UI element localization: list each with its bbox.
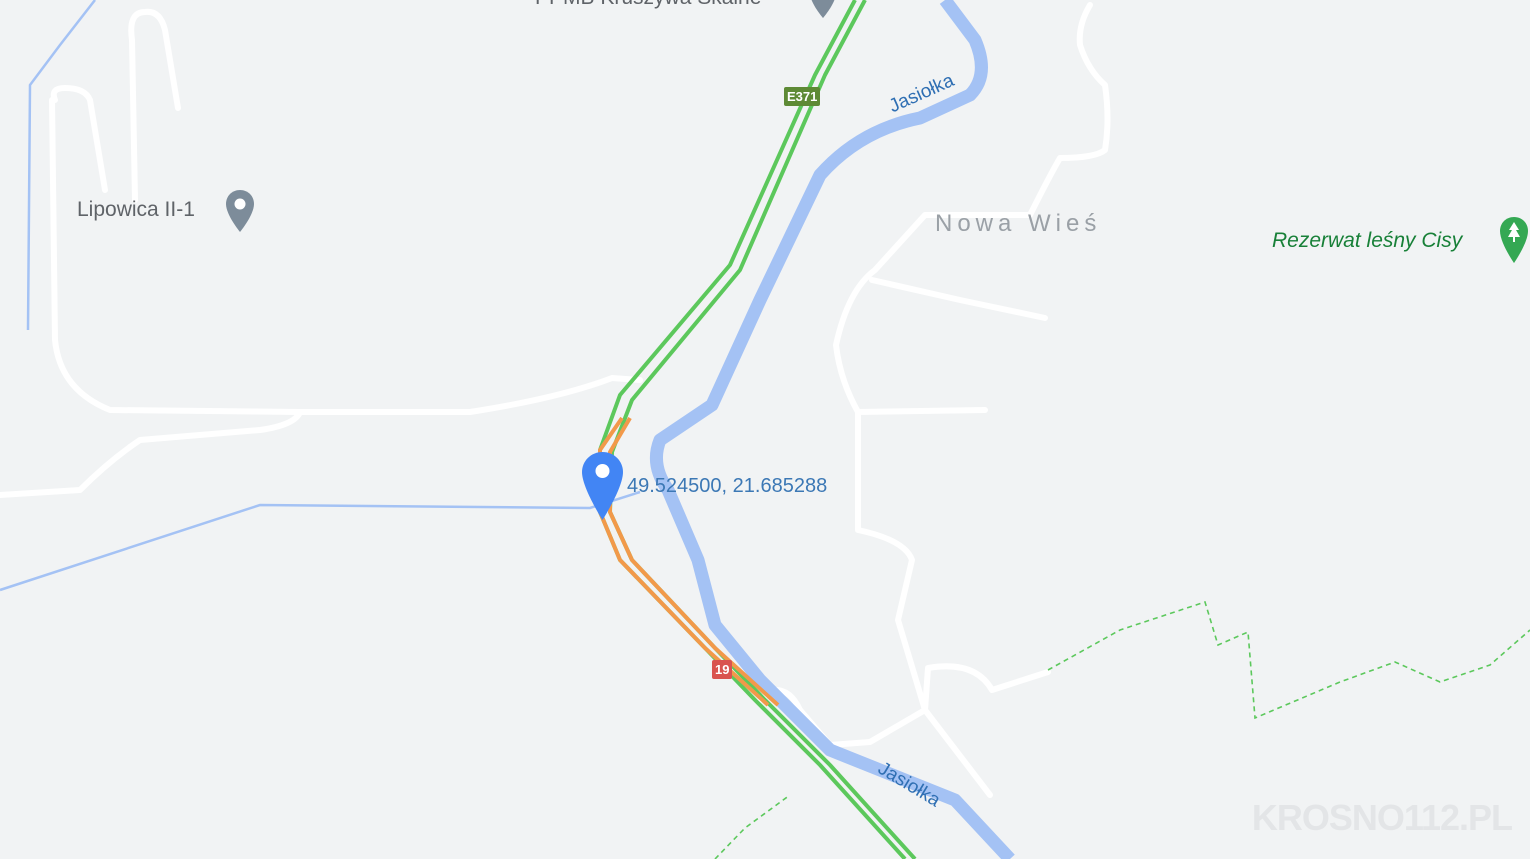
- watermark-logo: KROSNO112.PL: [1251, 797, 1513, 838]
- place-pin-icon[interactable]: [224, 188, 256, 234]
- map-canvas[interactable]: [0, 0, 1530, 859]
- highway-e371: [598, 0, 917, 859]
- place-pin-icon[interactable]: [808, 0, 838, 20]
- coordinates-label[interactable]: 49.524500, 21.685288: [627, 475, 827, 498]
- map-view[interactable]: Lipowica II-1 PPMB Kruszywa Skalne Nowa …: [0, 0, 1530, 859]
- dropped-pin-icon[interactable]: [580, 450, 625, 522]
- minor-roads: [0, 2, 1111, 798]
- tree-pin-icon[interactable]: [1498, 215, 1530, 265]
- road-shield-e371: E371: [784, 87, 821, 106]
- poi-ppmb-label[interactable]: PPMB Kruszywa Skalne: [535, 0, 761, 10]
- park-label[interactable]: Rezerwat leśny Cisy: [1272, 229, 1462, 253]
- stream-west: [0, 490, 641, 592]
- poi-lipowica-label[interactable]: Lipowica II-1: [77, 198, 195, 222]
- village-label: Nowa Wieś: [935, 210, 1102, 237]
- river-jasiolka: [649, 0, 1015, 859]
- stream-left: [26, 0, 96, 331]
- road-shield-19: 19: [712, 660, 733, 679]
